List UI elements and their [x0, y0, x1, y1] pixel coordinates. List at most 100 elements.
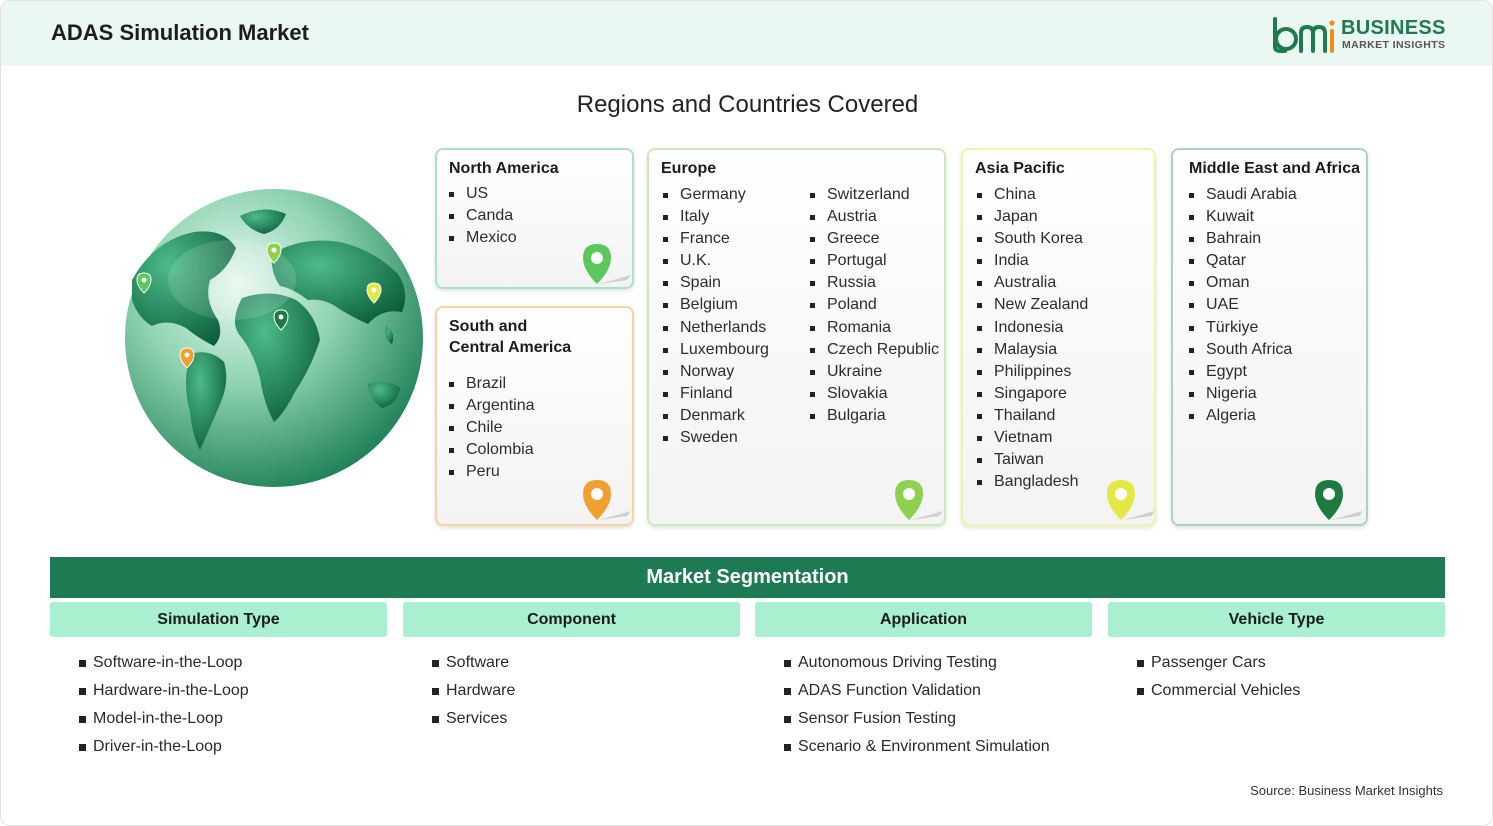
country-item: China — [977, 184, 1088, 206]
country-item: South Korea — [977, 228, 1088, 250]
region-title: Middle East and Africa — [1189, 160, 1360, 177]
country-item: Austria — [810, 206, 939, 228]
region-title-line: South and — [449, 318, 528, 335]
region-title: Europe — [661, 160, 717, 177]
source-note: Source: Business Market Insights — [1250, 783, 1443, 798]
segment-item: Software — [432, 651, 515, 679]
country-item: Indonesia — [977, 317, 1088, 339]
region-card-south-central-america: South and Central America Brazil Argenti… — [435, 306, 634, 526]
country-item: Saudi Arabia — [1189, 184, 1297, 206]
country-item: Australia — [977, 272, 1088, 294]
country-item: Switzerland — [810, 184, 939, 206]
globe-icon — [125, 189, 423, 487]
country-list: China Japan South Korea India Australia … — [977, 184, 1088, 493]
country-list: Brazil Argentina Chile Colombia Peru — [449, 373, 535, 483]
segmentation-title-bar: Market Segmentation — [50, 557, 1445, 598]
country-list: US Canda Mexico — [449, 183, 517, 249]
country-item: France — [663, 228, 769, 250]
region-title: North America — [449, 160, 559, 177]
country-item: Poland — [810, 294, 939, 316]
country-item: Finland — [663, 383, 769, 405]
country-item: Nigeria — [1189, 383, 1297, 405]
country-item: Spain — [663, 272, 769, 294]
header-band: ADAS Simulation Market BUSINESS MARKET I… — [1, 1, 1492, 66]
location-pin-icon — [583, 244, 631, 284]
page-title: ADAS Simulation Market — [51, 20, 309, 45]
country-item: Russia — [810, 272, 939, 294]
segment-heading-simulation-type: Simulation Type — [50, 602, 387, 637]
country-list: Saudi Arabia Kuwait Bahrain Qatar Oman U… — [1189, 184, 1297, 427]
country-item: Portugal — [810, 250, 939, 272]
segment-item: Autonomous Driving Testing — [784, 651, 1050, 679]
region-title: South and Central America — [449, 316, 571, 358]
segment-heading-component: Component — [403, 602, 740, 637]
regions-title: Regions and Countries Covered — [576, 91, 919, 118]
country-item: Thailand — [977, 405, 1088, 427]
region-card-middle-east-africa: Middle East and Africa Saudi Arabia Kuwa… — [1171, 148, 1368, 526]
country-item: Bangladesh — [977, 471, 1088, 493]
country-item: Taiwan — [977, 449, 1088, 471]
country-item: Norway — [663, 361, 769, 383]
country-item: Netherlands — [663, 317, 769, 339]
infographic-frame: ADAS Simulation Market BUSINESS MARKET I… — [0, 0, 1493, 826]
country-item: Ukraine — [810, 361, 939, 383]
country-item: Argentina — [449, 395, 535, 417]
country-item: UAE — [1189, 294, 1297, 316]
country-item: Türkiye — [1189, 317, 1297, 339]
country-item: Singapore — [977, 383, 1088, 405]
country-item: Algeria — [1189, 405, 1297, 427]
logo-text-secondary: MARKET INSIGHTS — [1342, 39, 1446, 51]
country-item: Canda — [449, 205, 517, 227]
country-item: Vietnam — [977, 427, 1088, 449]
segment-item: Scenario & Environment Simulation — [784, 735, 1050, 763]
logo-text-primary: BUSINESS — [1341, 17, 1446, 39]
country-item: Chile — [449, 417, 535, 439]
country-item: Kuwait — [1189, 206, 1297, 228]
country-item: Czech Republic — [810, 339, 939, 361]
location-pin-icon — [1315, 480, 1363, 520]
segment-item: Sensor Fusion Testing — [784, 707, 1050, 735]
country-item: New Zealand — [977, 294, 1088, 316]
country-item: Qatar — [1189, 250, 1297, 272]
country-item: US — [449, 183, 517, 205]
country-item: Sweden — [663, 427, 769, 449]
country-item: Denmark — [663, 405, 769, 427]
country-item: Japan — [977, 206, 1088, 228]
segment-list-application: Autonomous Driving Testing ADAS Function… — [784, 651, 1050, 763]
segment-item: Model-in-the-Loop — [79, 707, 249, 735]
segment-item: Commercial Vehicles — [1137, 679, 1300, 707]
country-item: Philippines — [977, 361, 1088, 383]
country-item: Egypt — [1189, 361, 1297, 383]
location-pin-icon — [583, 480, 631, 520]
segment-heading-application: Application — [755, 602, 1092, 637]
region-card-asia-pacific: Asia Pacific China Japan South Korea Ind… — [961, 148, 1156, 526]
country-item: Romania — [810, 317, 939, 339]
segment-list-simulation-type: Software-in-the-Loop Hardware-in-the-Loo… — [79, 651, 249, 763]
country-list: Germany Italy France U.K. Spain Belgium … — [663, 184, 769, 449]
country-item: Italy — [663, 206, 769, 228]
country-item: Mexico — [449, 227, 517, 249]
country-item: Peru — [449, 461, 535, 483]
country-item: Malaysia — [977, 339, 1088, 361]
country-list: Switzerland Austria Greece Portugal Russ… — [810, 184, 939, 427]
segment-item: Services — [432, 707, 515, 735]
country-item: Belgium — [663, 294, 769, 316]
location-pin-icon — [1107, 480, 1155, 520]
segment-item: Hardware — [432, 679, 515, 707]
segment-heading-vehicle-type: Vehicle Type — [1108, 602, 1445, 637]
country-item: Luxembourg — [663, 339, 769, 361]
segment-list-vehicle-type: Passenger Cars Commercial Vehicles — [1137, 651, 1300, 707]
country-item: Bahrain — [1189, 228, 1297, 250]
logo-mark-icon — [1273, 17, 1335, 53]
country-item: South Africa — [1189, 339, 1297, 361]
segment-item: Driver-in-the-Loop — [79, 735, 249, 763]
segment-item: Software-in-the-Loop — [79, 651, 249, 679]
segment-item: ADAS Function Validation — [784, 679, 1050, 707]
country-item: Brazil — [449, 373, 535, 395]
country-item: Colombia — [449, 439, 535, 461]
region-card-europe: Europe Germany Italy France U.K. Spain B… — [647, 148, 946, 526]
segment-list-component: Software Hardware Services — [432, 651, 515, 735]
segment-item: Passenger Cars — [1137, 651, 1300, 679]
country-item: Greece — [810, 228, 939, 250]
country-item: Germany — [663, 184, 769, 206]
